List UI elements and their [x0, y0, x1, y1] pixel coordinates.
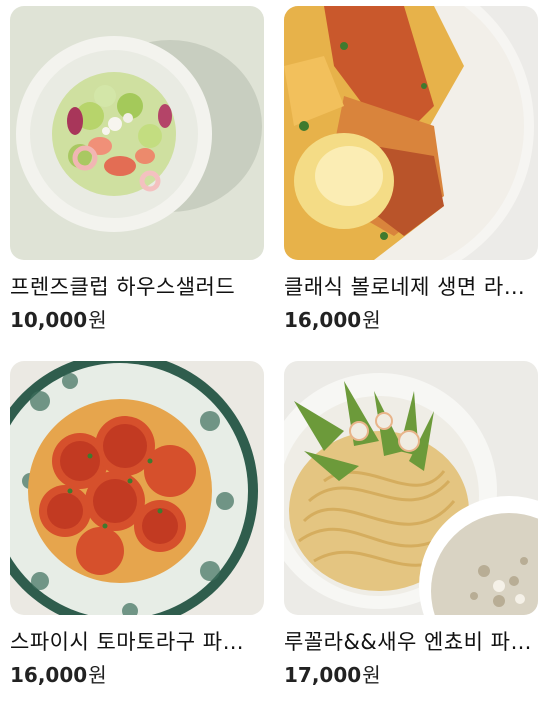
product-grid: 프렌즈클럽 하우스샐러드 10,000원 클래식 볼로네제 생면 라자냐 16,…: [0, 0, 548, 705]
product-image-bolognese-lasagna[interactable]: [284, 6, 538, 260]
product-card[interactable]: 프렌즈클럽 하우스샐러드 10,000원: [10, 6, 264, 332]
product-card[interactable]: 스파이시 토마토라구 파스타 16,000원: [10, 361, 264, 687]
price-amount: 16,000: [10, 663, 88, 687]
product-image-spicy-tomato-ragu[interactable]: [10, 361, 264, 615]
product-price: 16,000원: [10, 663, 264, 687]
product-name[interactable]: 프렌즈클럽 하우스샐러드: [10, 274, 260, 300]
product-price: 17,000원: [284, 663, 538, 687]
product-card[interactable]: 클래식 볼로네제 생면 라자냐 16,000원: [284, 6, 538, 332]
price-amount: 10,000: [10, 308, 88, 332]
product-name[interactable]: 루꼴라&&새우 엔쵸비 파스타: [284, 629, 534, 655]
price-amount: 16,000: [284, 308, 362, 332]
price-currency: 원: [88, 308, 107, 332]
product-price: 16,000원: [284, 308, 538, 332]
product-card[interactable]: 루꼴라&&새우 엔쵸비 파스타 17,000원: [284, 361, 538, 687]
product-name[interactable]: 스파이시 토마토라구 파스타: [10, 629, 260, 655]
price-currency: 원: [88, 663, 107, 687]
price-currency: 원: [362, 663, 381, 687]
price-amount: 17,000: [284, 663, 362, 687]
product-image-arugula-shrimp-anchovy[interactable]: [284, 361, 538, 615]
product-image-house-salad[interactable]: [10, 6, 264, 260]
product-price: 10,000원: [10, 308, 264, 332]
product-name[interactable]: 클래식 볼로네제 생면 라자냐: [284, 274, 534, 300]
price-currency: 원: [362, 308, 381, 332]
